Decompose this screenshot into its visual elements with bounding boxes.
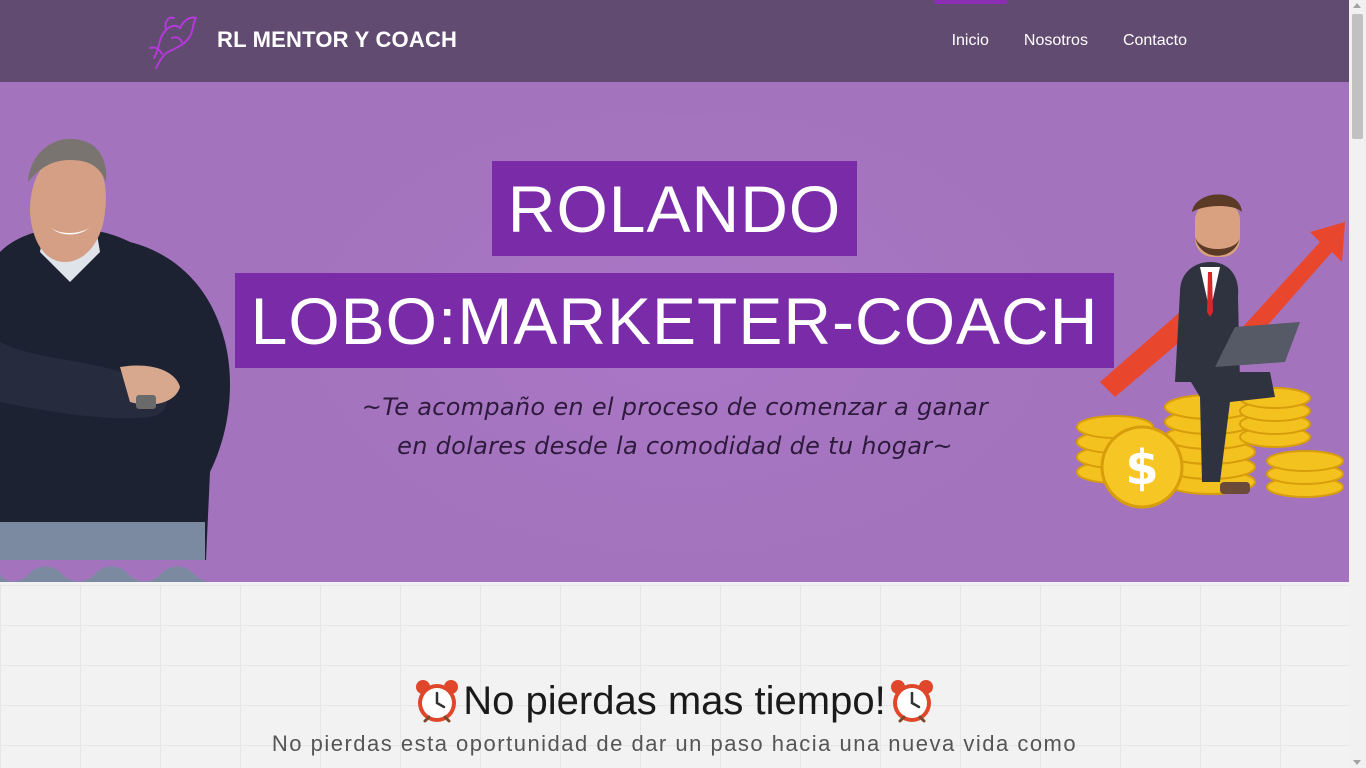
hero-subtitle: ~Te acompaño en el proceso de comenzar a…	[300, 388, 1050, 466]
wolf-logo-icon	[149, 16, 198, 69]
businessman-coins-illustration: $	[1076, 194, 1345, 509]
site-header: RL MENTOR Y COACH Inicio Nosotros Contac…	[0, 0, 1349, 82]
main-nav: Inicio Nosotros Contacto	[917, 0, 1187, 82]
mentor-photo	[0, 138, 231, 582]
hero-banner: ROLANDO LOBO:MARKETER-COACH ~Te acompaño…	[0, 82, 1349, 582]
scrollbar-thumb[interactable]	[1352, 14, 1363, 139]
hero-title-line1: ROLANDO	[492, 161, 857, 256]
alarm-clock-icon	[890, 680, 933, 723]
scroll-up-icon[interactable]	[1353, 3, 1361, 8]
alarm-clock-icon	[416, 680, 459, 723]
svg-text:$: $	[1125, 440, 1158, 496]
brand[interactable]: RL MENTOR Y COACH	[146, 8, 457, 72]
nav-item-nosotros[interactable]: Nosotros	[1024, 0, 1088, 82]
intro-section: No pierdas mas tiempo! No pierdas esta o…	[0, 585, 1349, 768]
nav-item-contacto[interactable]: Contacto	[1123, 0, 1187, 82]
hero-subtitle-line2: en dolares desde la comodidad de tu hoga…	[397, 432, 953, 460]
scroll-down-icon[interactable]	[1353, 760, 1361, 765]
nav-item-inicio[interactable]: Inicio	[933, 0, 1008, 82]
brand-name: RL MENTOR Y COACH	[217, 27, 458, 52]
hero-title-line2: LOBO:MARKETER-COACH	[235, 273, 1114, 368]
page-scrollbar[interactable]	[1349, 0, 1366, 768]
hero-subtitle-line1: ~Te acompaño en el proceso de comenzar a…	[361, 393, 989, 421]
section-text: No pierdas esta oportunidad de dar un pa…	[271, 731, 1078, 756]
section-title-row: No pierdas mas tiempo!	[0, 677, 1349, 725]
section-title: No pierdas mas tiempo!	[463, 678, 886, 723]
